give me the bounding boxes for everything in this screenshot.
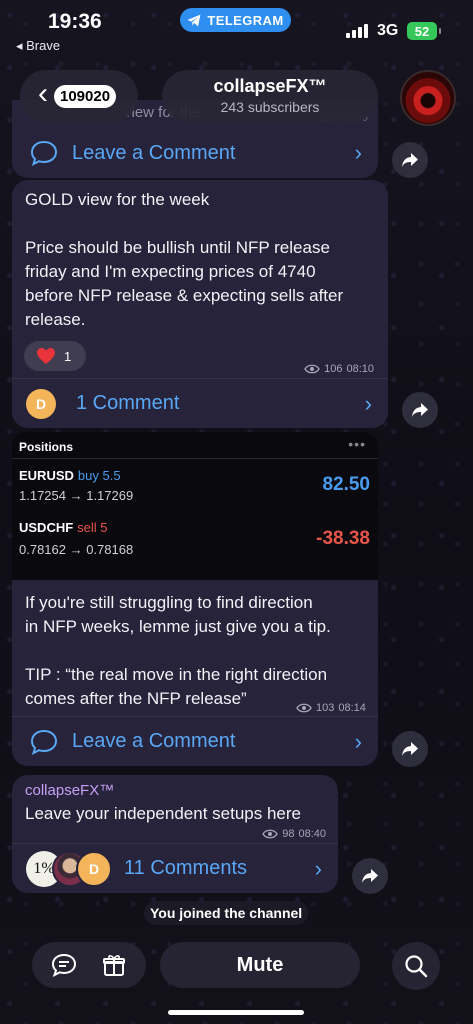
position-side: buy 5.5: [77, 468, 121, 483]
message-bubble-4: collapseFX™ Leave your independent setup…: [12, 775, 338, 893]
chevron-right-icon: ›: [354, 140, 362, 165]
message-line: in NFP weeks, lemme just give you a tip.: [25, 617, 331, 636]
positions-screenshot[interactable]: Positions ••• EURUSD buy 5.5 1.17254 → 1.…: [12, 432, 378, 580]
message-time: 08:40: [298, 828, 326, 840]
channel-name: collapseFX™: [213, 76, 327, 96]
symbol-name: EURUSD: [19, 468, 74, 483]
leave-comment-button[interactable]: Leave a Comment ›: [12, 716, 378, 766]
discussion-button[interactable]: [44, 945, 84, 985]
share-icon: [412, 403, 428, 417]
message-author: collapseFX™: [25, 782, 115, 799]
subscriber-count: 243 subscribers: [220, 99, 320, 115]
message-meta: 103 08:14: [296, 702, 366, 714]
message-line: Price should be bullish until NFP releas…: [25, 238, 330, 257]
share-button[interactable]: [392, 142, 428, 178]
comments-label: 1 Comment: [76, 392, 180, 414]
chevron-right-icon: ›: [354, 728, 362, 754]
discussion-gift-group: [32, 942, 146, 988]
share-button[interactable]: [352, 858, 388, 894]
eye-icon: [296, 703, 312, 713]
share-icon: [402, 153, 418, 167]
chevron-right-icon: ›: [364, 390, 372, 416]
view-count: 98: [282, 828, 295, 840]
share-button[interactable]: [402, 392, 438, 428]
message-bubble-2: GOLD view for the week Price should be b…: [12, 180, 388, 428]
channel-title-button[interactable]: collapseFX™ 243 subscribers: [162, 70, 378, 122]
leave-comment-label: Leave a Comment: [72, 730, 236, 752]
chevron-right-icon: ›: [314, 855, 322, 881]
mute-button[interactable]: Mute: [160, 942, 360, 988]
network-type: 3G: [377, 22, 399, 39]
battery-level: 52: [414, 23, 430, 39]
position-prices: 1.17254 → 1.17269: [19, 488, 134, 503]
message-line: release.: [25, 310, 86, 329]
message-line: GOLD view for the week: [25, 190, 210, 209]
leave-comment-label: Leave a Comment: [72, 141, 236, 164]
message-time: 08:10: [346, 363, 374, 375]
view-count: 103: [316, 702, 335, 714]
search-button[interactable]: [392, 942, 440, 990]
signal-icon: [346, 24, 372, 38]
comments-button[interactable]: D 1 Comment ›: [12, 378, 388, 428]
share-button[interactable]: [392, 731, 428, 767]
unread-count-badge: 109020: [54, 84, 117, 108]
battery-indicator: 52: [407, 22, 441, 40]
positions-title: Positions: [19, 440, 74, 454]
share-icon: [402, 742, 418, 756]
service-message: You joined the channel: [144, 901, 309, 925]
divider: [12, 458, 378, 459]
message-line: comes after the NFP release”: [25, 689, 247, 708]
comment-bubble-icon: [30, 140, 58, 166]
message-line: friday and I'm expecting prices of 4740: [25, 262, 316, 281]
position-pnl: 82.50: [322, 474, 370, 495]
message-line: [25, 212, 343, 236]
message-meta: 98 08:40: [262, 828, 326, 840]
message-text: Leave your independent setups here: [25, 804, 301, 823]
view-count: 106: [324, 363, 343, 375]
status-time: 19:36: [48, 10, 102, 33]
position-prices: 0.78162 → 0.78168: [19, 542, 134, 557]
message-text: If you're still struggling to find direc…: [25, 591, 331, 711]
eye-icon: [304, 364, 320, 374]
commenter-avatar: D: [26, 388, 56, 419]
position-pnl: -38.38: [316, 528, 370, 549]
symbol-name: USDCHF: [19, 520, 74, 535]
comments-button[interactable]: 1% D 11 Comments ›: [12, 843, 338, 893]
reaction-count: 1: [64, 348, 72, 364]
eye-icon: [262, 829, 278, 839]
share-icon: [362, 869, 378, 883]
comments-label: 11 Comments: [124, 857, 248, 879]
position-symbol: USDCHF sell 5: [19, 520, 108, 535]
gift-button[interactable]: [94, 945, 134, 985]
message-line: TIP : “the real move in the right direct…: [25, 665, 328, 684]
channel-avatar[interactable]: [400, 70, 456, 126]
telegram-pill-label: TELEGRAM: [207, 12, 284, 28]
telegram-pill[interactable]: TELEGRAM: [180, 8, 291, 32]
message-time: 08:14: [338, 702, 366, 714]
home-indicator[interactable]: [168, 1010, 304, 1015]
back-to-app-link[interactable]: ◂ Brave: [16, 38, 60, 54]
search-icon: [405, 955, 428, 978]
leave-comment-button[interactable]: Leave a Comment ›: [12, 128, 378, 178]
back-button[interactable]: ‹ 109020: [20, 70, 138, 122]
comment-bubble-icon: [30, 729, 58, 755]
message-line: [25, 639, 331, 663]
message-line: before NFP release & expecting sells aft…: [25, 286, 344, 305]
chat-icon: [51, 953, 77, 977]
chevron-left-icon: ‹: [38, 77, 48, 110]
telegram-icon: [188, 14, 201, 26]
message-text: GOLD view for the week Price should be b…: [25, 188, 343, 332]
message-line: If you're still struggling to find direc…: [25, 593, 313, 612]
gift-icon: [103, 955, 125, 976]
message-meta: 106 08:10: [304, 363, 374, 375]
mute-label: Mute: [236, 953, 284, 976]
commenter-avatars: 1% D: [26, 850, 112, 887]
position-symbol: EURUSD buy 5.5: [19, 468, 121, 483]
more-dots-icon: •••: [348, 436, 366, 452]
heart-icon: [37, 348, 55, 364]
commenter-avatar: D: [76, 850, 112, 887]
heart-reaction-button[interactable]: 1: [24, 341, 86, 371]
position-side: sell 5: [77, 520, 108, 535]
